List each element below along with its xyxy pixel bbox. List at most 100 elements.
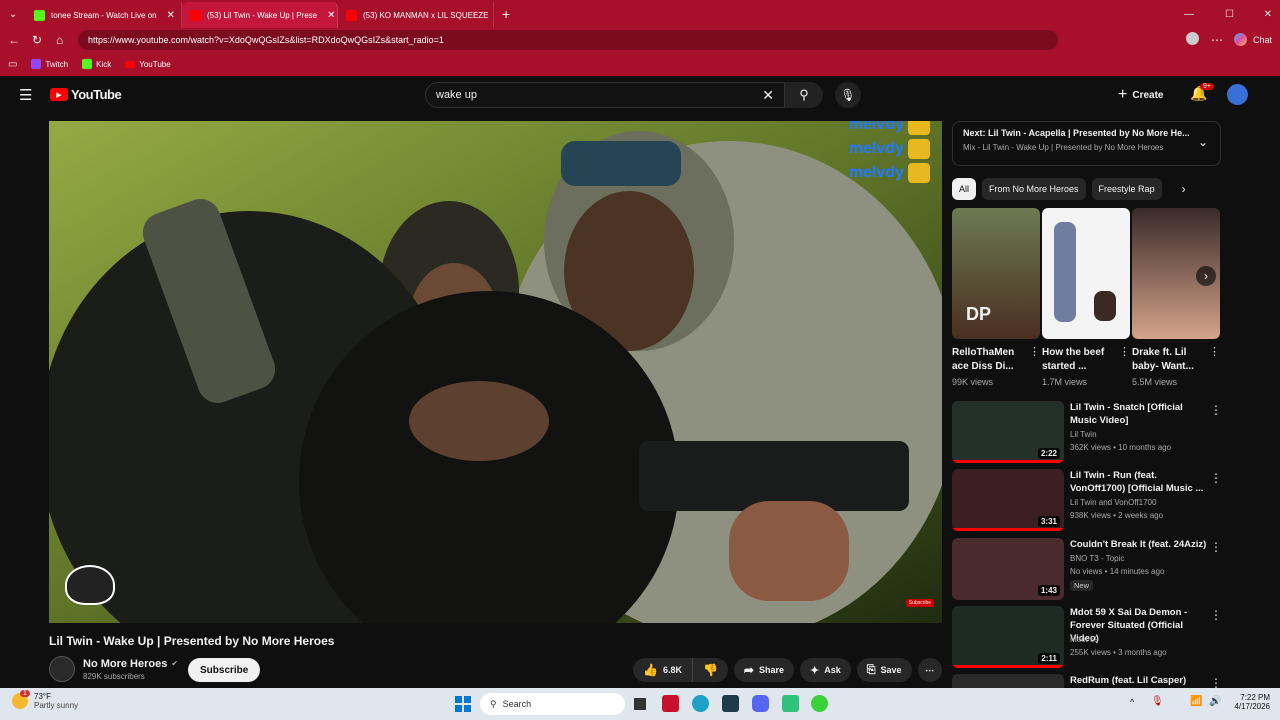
taskbar-search[interactable]: ⚲ Search (480, 693, 625, 715)
weather-desc: Partly sunny (34, 701, 79, 710)
video-title: Lil Twin - Snatch [Official Music Video] (1070, 402, 1183, 426)
bookmark-kick[interactable]: Kick (82, 59, 111, 69)
subscribe-watermark[interactable]: Subscribe (905, 599, 934, 607)
minimize-icon[interactable]: — (1184, 9, 1194, 20)
close-tab-icon[interactable]: ✕ (167, 10, 175, 21)
discord-icon[interactable] (752, 695, 769, 712)
chip-freestyle-rap[interactable]: Freestyle Rap (1091, 178, 1162, 200)
edge-icon[interactable] (692, 695, 709, 712)
chat-label[interactable]: Chat (1253, 35, 1272, 45)
refresh-icon[interactable]: ↻ (32, 33, 42, 47)
duration: 1:43 (1037, 585, 1060, 596)
like-button[interactable]: 👍 6.8K (633, 658, 692, 682)
create-button[interactable]: + Create (1118, 84, 1163, 106)
app-send-icon[interactable] (811, 695, 828, 712)
terminal-icon[interactable] (722, 695, 739, 712)
dislike-button[interactable]: 👎 (691, 658, 728, 682)
short-item[interactable]: DP RelloThaMen ace Diss Di... ⋮ 99K view… (952, 208, 1040, 387)
kebab-icon[interactable]: ⋮ (1210, 403, 1222, 417)
app-green-icon[interactable] (782, 695, 799, 712)
clock[interactable]: 7:22 PM 4/17/2026 (1228, 693, 1270, 711)
close-window-icon[interactable]: ✕ (1264, 9, 1272, 20)
task-view-icon[interactable] (634, 698, 646, 710)
app-icon[interactable] (662, 695, 679, 712)
logo-text: YouTube (71, 87, 122, 102)
profile-avatar-icon[interactable] (1186, 32, 1199, 45)
weather-widget[interactable]: 1 73°F Partly sunny (12, 690, 79, 710)
new-tab-icon[interactable]: + (502, 6, 510, 22)
next-up-panel[interactable]: Next: Lil Twin - Acapella | Presented by… (952, 121, 1221, 166)
tray-chevron-icon[interactable]: ^ (1130, 697, 1134, 707)
video-thumbnail: 1:43 (952, 538, 1064, 600)
short-item[interactable]: How the beef started ... ⋮ 1.7M views (1042, 208, 1130, 387)
search-input[interactable]: wake up ✕ (425, 82, 785, 108)
kebab-icon[interactable]: ⋮ (1210, 608, 1222, 622)
home-icon[interactable]: ⌂ (56, 33, 63, 47)
chevron-right-icon[interactable]: › (1196, 266, 1216, 286)
save-label: Save (880, 665, 902, 675)
search-button[interactable]: ⚲ (785, 82, 823, 108)
mic-tray-icon[interactable]: 🎙 (1151, 696, 1164, 707)
kebab-icon[interactable]: ⋮ (1029, 345, 1040, 374)
duration: 2:11 (1038, 653, 1060, 664)
bookmark-youtube[interactable]: YouTube (125, 60, 171, 69)
clear-search-icon[interactable]: ✕ (762, 87, 774, 104)
maximize-icon[interactable]: ☐ (1225, 9, 1234, 20)
video-player[interactable]: melvdy melvdy melvdy Subscribe (49, 121, 942, 623)
cartoon-figure (1094, 291, 1116, 321)
tab-list-chevron-icon[interactable]: ⌄ (0, 9, 26, 20)
start-icon[interactable] (455, 696, 471, 712)
video-actions: 👍 6.8K 👎 ➦ Share ✦ Ask ⎘ Save ⋯ (633, 658, 942, 682)
recommended-video[interactable]: RedRum (feat. Lil Casper) ⋮ (952, 674, 1222, 688)
chevron-down-icon[interactable]: ⌄ (1198, 135, 1208, 149)
channel-info: No More Heroes ✔ 829K subscribers (49, 656, 178, 682)
kebab-icon[interactable]: ⋮ (1210, 540, 1222, 554)
bookmark-twitch[interactable]: Twitch (31, 59, 68, 69)
cartoon-figure (1054, 222, 1076, 322)
close-tab-icon[interactable]: ✕ (327, 10, 335, 21)
youtube-logo[interactable]: ▶ YouTube (50, 87, 122, 102)
overlay-name: melvdy (848, 164, 904, 181)
taskbar: 1 73°F Partly sunny ⚲ Search ^ 🎙 📶 🔊 7:2… (0, 688, 1280, 720)
back-icon[interactable]: ← (8, 33, 20, 47)
more-icon[interactable]: ⋯ (1211, 33, 1223, 47)
tab-youtube-ko-manman[interactable]: (53) KO MANMAN x LIL SQUEEZE ✕ (338, 2, 494, 28)
overlay-name: melvdy (848, 121, 904, 133)
ask-button[interactable]: ✦ Ask (800, 658, 851, 682)
short-item[interactable]: › Drake ft. Lil baby- Want... ⋮ 5.5M vie… (1132, 208, 1220, 387)
url-text: https://www.youtube.com/watch?v=XdoQwQGs… (88, 35, 444, 45)
copilot-icon[interactable] (1234, 33, 1247, 46)
tab-kick[interactable]: tonee Stream - Watch Live on ✕ (26, 2, 182, 28)
recommended-video[interactable]: 2:11 Mdot 59 X Sai Da Demon - Forever Si… (952, 606, 1222, 668)
recommended-video[interactable]: 2:22 Lil Twin - Snatch [Official Music V… (952, 401, 1222, 463)
more-actions-button[interactable]: ⋯ (917, 658, 942, 682)
kebab-icon[interactable]: ⋮ (1210, 676, 1222, 688)
chevron-right-icon[interactable]: › (1182, 182, 1186, 196)
subscribe-button[interactable]: Subscribe (188, 658, 261, 682)
overlay-name-list: melvdy melvdy melvdy (849, 121, 930, 183)
reading-icon[interactable]: ▭ (8, 59, 17, 70)
video-meta: 255K views • 3 months ago (1070, 648, 1167, 657)
microphone-icon[interactable]: 🎙 (835, 82, 861, 108)
save-button[interactable]: ⎘ Save (856, 658, 912, 682)
address-bar[interactable]: https://www.youtube.com/watch?v=XdoQwQGs… (78, 30, 1058, 50)
volume-icon[interactable]: 🔊 (1209, 696, 1221, 707)
kebab-icon[interactable]: ⋮ (1210, 471, 1222, 485)
channel-avatar[interactable] (49, 656, 75, 682)
recommended-video[interactable]: 1:43 Couldn't Break It (feat. 24Aziz) BN… (952, 538, 1222, 600)
tab-youtube-wake-up[interactable]: (53) Lil Twin - Wake Up | Prese ✕ (182, 2, 338, 28)
chip-from-channel[interactable]: From No More Heroes (982, 178, 1086, 200)
wifi-icon[interactable]: 📶 (1190, 696, 1202, 707)
chip-all[interactable]: All (952, 178, 977, 200)
duration: 2:22 (1037, 448, 1060, 459)
account-avatar[interactable] (1227, 84, 1248, 105)
share-button[interactable]: ➦ Share (733, 658, 794, 682)
recommended-video[interactable]: 3:31 Lil Twin - Run (feat. VonOff1700) [… (952, 469, 1222, 531)
notification-badge: 9+ (1200, 83, 1214, 90)
menu-icon[interactable]: ☰ (19, 86, 32, 104)
kebab-icon[interactable]: ⋮ (1209, 345, 1220, 374)
short-title: How the beef started ... (1042, 347, 1105, 372)
channel-name[interactable]: No More Heroes (83, 658, 167, 670)
subscriber-count: 829K subscribers (83, 671, 145, 681)
kebab-icon[interactable]: ⋮ (1119, 345, 1130, 374)
